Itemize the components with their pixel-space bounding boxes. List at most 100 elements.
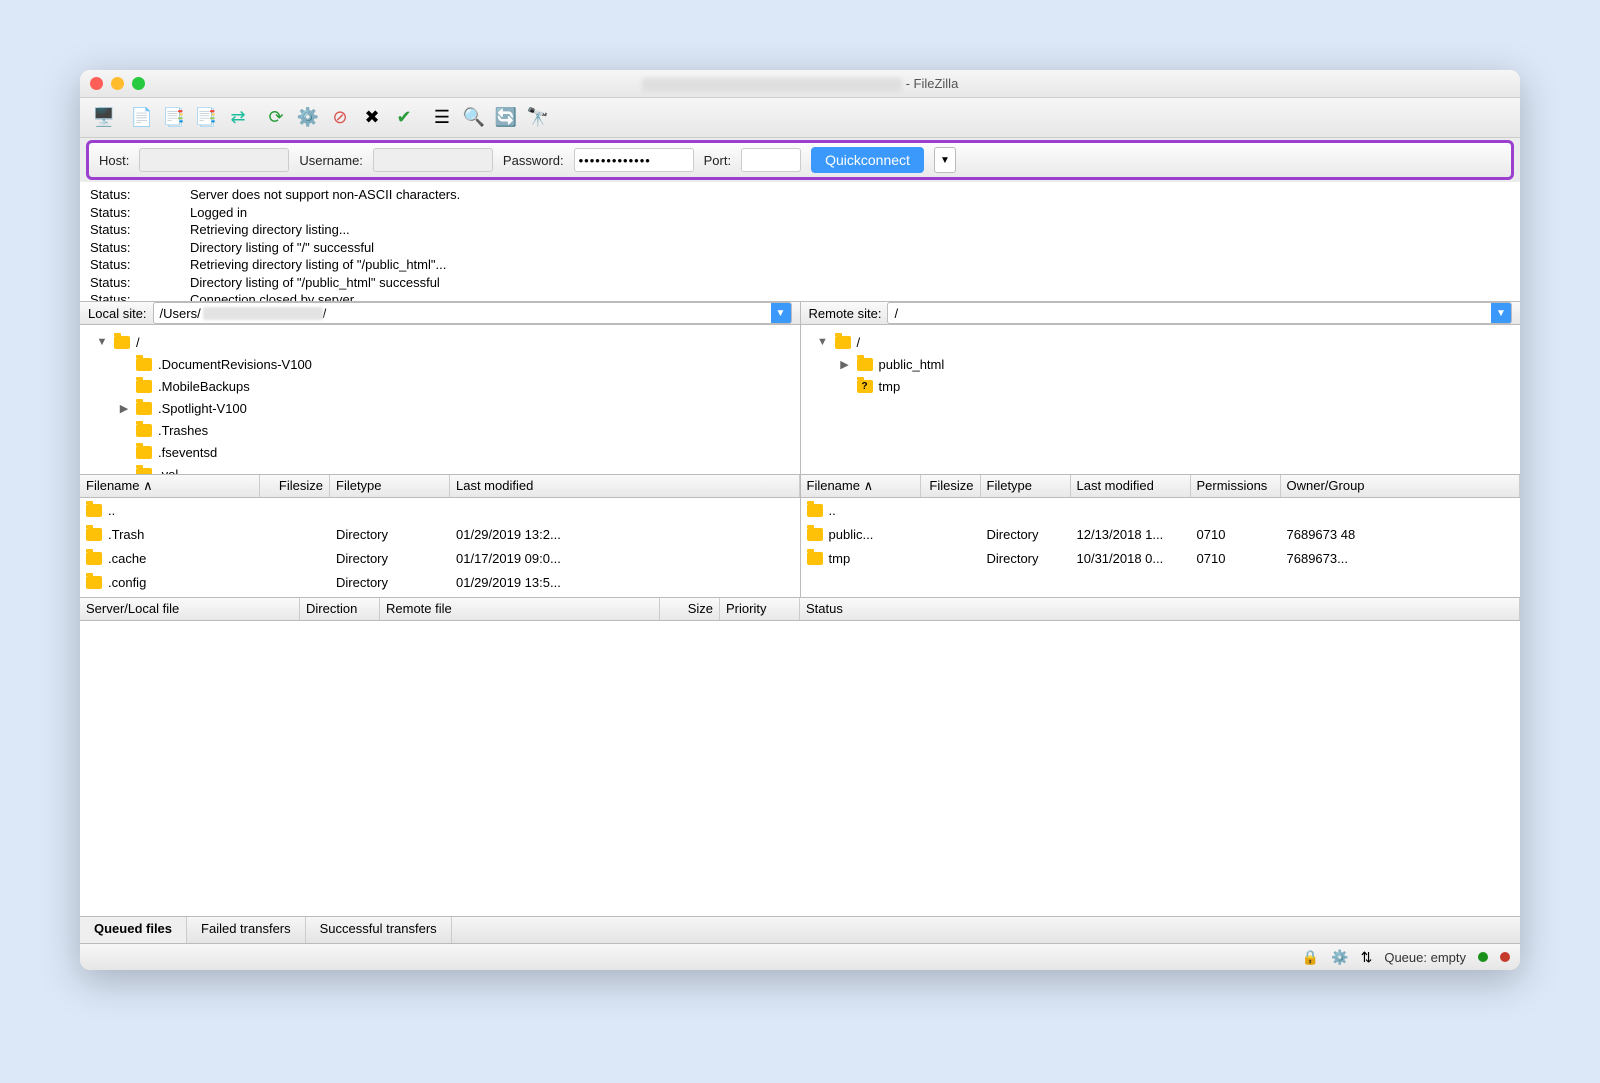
toggle-remote-tree-icon[interactable]: 📑 — [192, 104, 220, 132]
tree-item-label: / — [136, 335, 140, 350]
tab-failed-transfers[interactable]: Failed transfers — [187, 917, 306, 943]
refresh-icon[interactable]: ⟳ — [262, 104, 290, 132]
local-tree[interactable]: ▼/.DocumentRevisions-V100.MobileBackups▶… — [80, 325, 800, 475]
tree-item[interactable]: ▼/ — [84, 331, 796, 353]
tree-item-label: .Trashes — [158, 423, 208, 438]
queue-status-label: Queue: empty — [1384, 950, 1466, 965]
file-row[interactable]: .configDirectory01/29/2019 13:5... — [80, 570, 800, 594]
toggle-log-icon[interactable]: 📄 — [128, 104, 156, 132]
file-modified — [1071, 508, 1191, 512]
remote-tree[interactable]: ▼/▶public_htmltmp — [801, 325, 1521, 475]
file-modified: 10/31/2018 0... — [1071, 549, 1191, 568]
folder-icon — [857, 358, 873, 371]
disclosure-triangle-icon[interactable]: ▶ — [118, 402, 130, 415]
port-input[interactable] — [741, 148, 801, 172]
col-status[interactable]: Status — [800, 598, 1520, 620]
password-input[interactable] — [574, 148, 694, 172]
local-list-header: Filename ∧ Filesize Filetype Last modifi… — [80, 475, 800, 498]
col-filename[interactable]: Filename ∧ — [801, 475, 921, 497]
tree-item-label: .vol — [158, 467, 178, 476]
file-row[interactable]: .cacheDirectory01/17/2019 09:0... — [80, 546, 800, 570]
local-path-combo[interactable]: /Users// ▼ — [153, 302, 792, 324]
tree-item[interactable]: .fseventsd — [84, 441, 796, 463]
quickconnect-dropdown[interactable]: ▼ — [934, 147, 956, 173]
log-message: Connection closed by server — [190, 291, 354, 302]
toggle-local-tree-icon[interactable]: 📑 — [160, 104, 188, 132]
disclosure-triangle-icon[interactable]: ▶ — [839, 358, 851, 371]
file-name: .. — [108, 503, 115, 518]
file-modified: 12/13/2018 1... — [1071, 525, 1191, 544]
col-server-file[interactable]: Server/Local file — [80, 598, 300, 620]
cancel-icon[interactable]: ⊘ — [326, 104, 354, 132]
toggle-queue-icon[interactable]: ⇄ — [224, 104, 252, 132]
tree-item-label: .MobileBackups — [158, 379, 250, 394]
quickconnect-button[interactable]: Quickconnect — [811, 147, 924, 173]
col-size[interactable]: Size — [660, 598, 720, 620]
tree-item-label: public_html — [879, 357, 945, 372]
password-label: Password: — [503, 153, 564, 168]
file-owner: 7689673 48 — [1281, 525, 1521, 544]
log-label: Status: — [90, 274, 150, 292]
tree-item[interactable]: .vol — [84, 463, 796, 475]
tab-queued-files[interactable]: Queued files — [80, 917, 187, 943]
file-row[interactable]: public...Directory12/13/2018 1...0710768… — [801, 522, 1521, 546]
col-filetype[interactable]: Filetype — [330, 475, 450, 497]
tree-item[interactable]: .Trashes — [84, 419, 796, 441]
tree-item[interactable]: .DocumentRevisions-V100 — [84, 353, 796, 375]
host-input[interactable] — [139, 148, 289, 172]
tree-item[interactable]: .MobileBackups — [84, 375, 796, 397]
file-modified: 01/29/2019 13:5... — [450, 573, 610, 592]
activity-led-send — [1500, 952, 1510, 962]
binoculars-icon[interactable]: 🔭 — [524, 104, 552, 132]
tree-item[interactable]: ▼/ — [805, 331, 1517, 353]
col-remote-file[interactable]: Remote file — [380, 598, 660, 620]
file-type: Directory — [981, 525, 1071, 544]
file-row[interactable]: .. — [80, 498, 800, 522]
queue-list[interactable] — [80, 621, 1520, 916]
chevron-down-icon[interactable]: ▼ — [771, 303, 791, 323]
disclosure-triangle-icon[interactable]: ▼ — [96, 336, 108, 348]
col-filesize[interactable]: Filesize — [921, 475, 981, 497]
tree-item[interactable]: tmp — [805, 375, 1517, 397]
col-filename[interactable]: Filename ∧ — [80, 475, 260, 497]
file-row[interactable]: .TrashDirectory01/29/2019 13:2... — [80, 522, 800, 546]
tab-successful-transfers[interactable]: Successful transfers — [306, 917, 452, 943]
activity-led-receive — [1478, 952, 1488, 962]
tree-item[interactable]: ▶ public_html — [805, 353, 1517, 375]
site-manager-icon[interactable]: 🖥️ — [90, 104, 118, 132]
col-permissions[interactable]: Permissions — [1191, 475, 1281, 497]
remote-path-combo[interactable]: / ▼ — [887, 302, 1512, 324]
local-file-list[interactable]: .. .TrashDirectory01/29/2019 13:2....cach… — [80, 498, 800, 598]
process-queue-icon[interactable]: ⚙️ — [294, 104, 322, 132]
chevron-down-icon[interactable]: ▼ — [1491, 303, 1511, 323]
compare-icon[interactable]: 🔄 — [492, 104, 520, 132]
search-icon[interactable]: 🔍 — [460, 104, 488, 132]
col-filesize[interactable]: Filesize — [260, 475, 330, 497]
remote-file-list[interactable]: ..public...Directory12/13/2018 1...07107… — [801, 498, 1521, 598]
col-owner[interactable]: Owner/Group — [1281, 475, 1521, 497]
file-row[interactable]: .. — [801, 498, 1521, 522]
disconnect-icon[interactable]: ✖︎ — [358, 104, 386, 132]
queue-header: Server/Local file Direction Remote file … — [80, 597, 1520, 621]
filter-icon[interactable]: ☰ — [428, 104, 456, 132]
disclosure-triangle-icon[interactable]: ▼ — [817, 336, 829, 348]
tree-item-label: / — [857, 335, 861, 350]
col-lastmod[interactable]: Last modified — [1071, 475, 1191, 497]
log-message: Retrieving directory listing of "/public… — [190, 256, 446, 274]
file-type: Directory — [330, 549, 450, 568]
file-row[interactable]: tmpDirectory10/31/2018 0...07107689673..… — [801, 546, 1521, 570]
file-type — [981, 508, 1071, 512]
log-message: Logged in — [190, 204, 247, 222]
username-input[interactable] — [373, 148, 493, 172]
log-label: Status: — [90, 204, 150, 222]
reconnect-icon[interactable]: ✔︎ — [390, 104, 418, 132]
filezilla-window: - FileZilla 🖥️ 📄 📑 📑 ⇄ ⟳ ⚙️ ⊘ ✖︎ ✔︎ ☰ 🔍 … — [80, 70, 1520, 970]
folder-icon — [86, 528, 102, 541]
col-filetype[interactable]: Filetype — [981, 475, 1071, 497]
gear-icon: ⚙️ — [1331, 949, 1348, 966]
tree-item[interactable]: ▶.Spotlight-V100 — [84, 397, 796, 419]
col-lastmod[interactable]: Last modified — [450, 475, 800, 497]
col-priority[interactable]: Priority — [720, 598, 800, 620]
message-log[interactable]: Status:Server does not support non-ASCII… — [80, 182, 1520, 302]
col-direction[interactable]: Direction — [300, 598, 380, 620]
